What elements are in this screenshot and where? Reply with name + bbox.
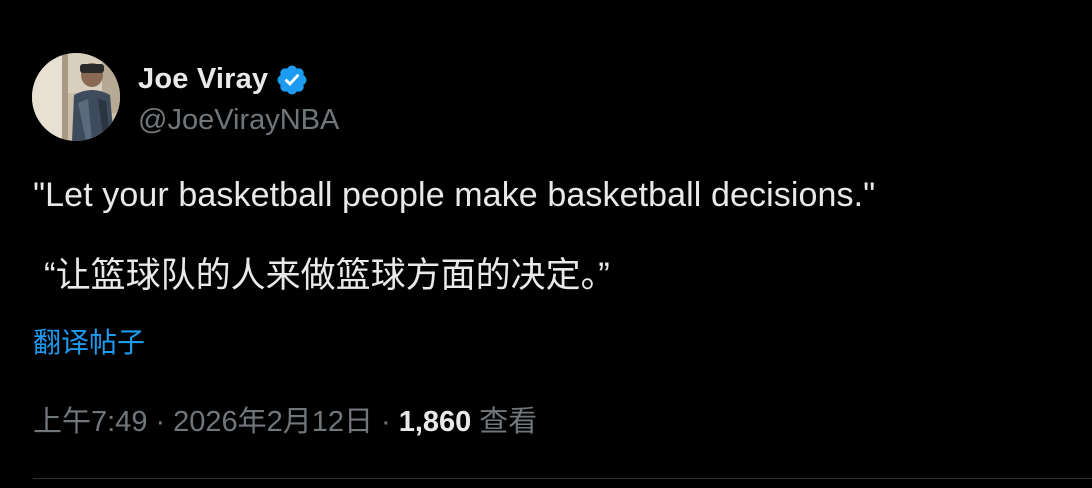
author-display-name[interactable]: Joe Viray: [138, 63, 268, 96]
views-label: 查看: [479, 406, 538, 438]
tweet-detail: Joe Viray @JoeVirayNBA "Let your basketb…: [0, 0, 1092, 488]
tweet-text-english: "Let your basketball people make basketb…: [33, 176, 876, 214]
author-names: Joe Viray @JoeVirayNBA: [138, 58, 339, 137]
meta-separator: ·: [381, 406, 391, 438]
author-avatar[interactable]: [32, 53, 120, 141]
divider: [33, 478, 1092, 479]
tweet-date[interactable]: 2026年2月12日: [173, 398, 373, 440]
tweet-meta: 上午7:49 · 2026年2月12日 · 1,860 查看: [33, 398, 537, 440]
tweet-text-translated: “让篮球队的人来做篮球方面的决定。”: [44, 256, 610, 295]
author-handle[interactable]: @JoeVirayNBA: [138, 104, 339, 137]
tweet-header: Joe Viray @JoeVirayNBA: [32, 53, 339, 141]
verified-badge-icon[interactable]: [275, 63, 309, 97]
translate-post-link[interactable]: 翻译帖子: [33, 321, 145, 361]
tweet-time[interactable]: 上午7:49: [33, 398, 147, 440]
meta-separator: ·: [155, 406, 166, 438]
avatar-photo-icon: [32, 53, 120, 141]
name-row: Joe Viray: [138, 58, 339, 102]
views-count: 1,860: [398, 406, 472, 438]
